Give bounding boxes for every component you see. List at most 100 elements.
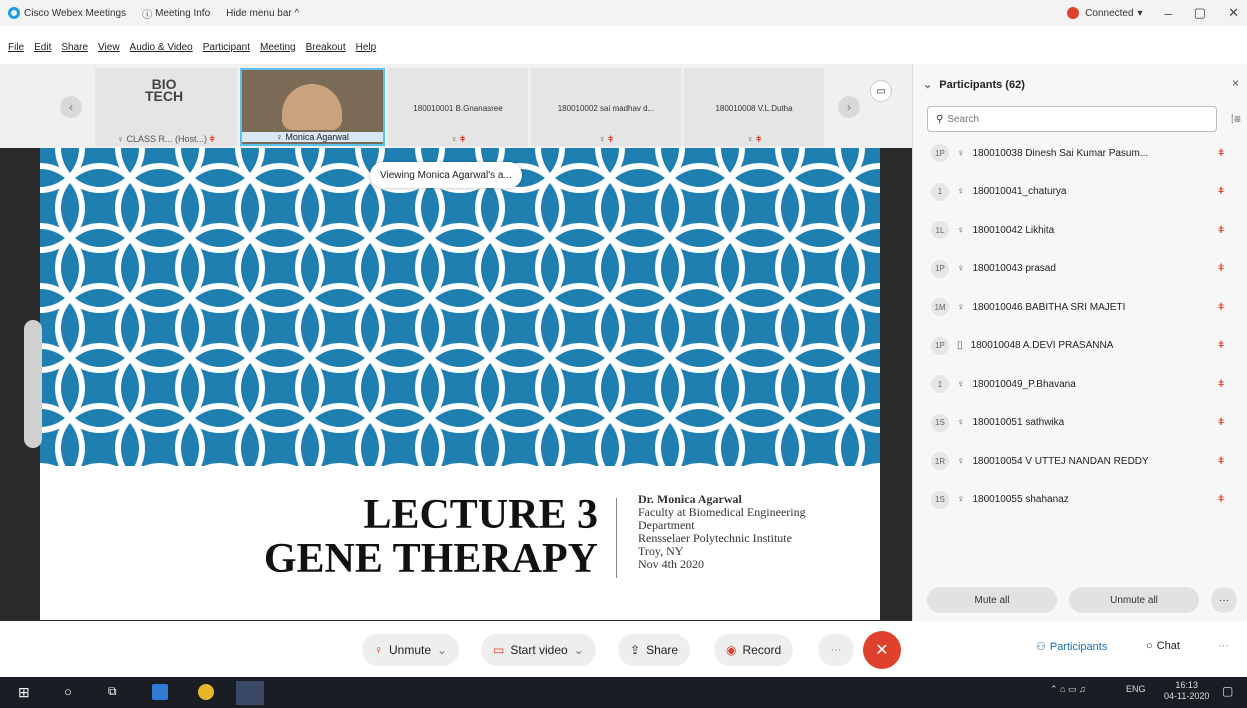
more-options-button[interactable]: ··· <box>1211 587 1237 613</box>
chat-icon: ○ <box>1146 640 1153 652</box>
menu-bar: File Edit Share View Audio & Video Parti… <box>0 42 376 60</box>
mic-muted-icon: ♀ <box>374 643 383 657</box>
chat-toggle[interactable]: ○ Chat <box>1146 640 1180 652</box>
muted-icon: ǂ <box>1218 455 1224 467</box>
chrome-icon[interactable] <box>198 684 214 700</box>
participants-icon: ⚇ <box>1036 641 1046 653</box>
menu-edit[interactable]: Edit <box>34 42 51 60</box>
participant-row[interactable]: 1 ♀ 180010049_P.Bhavana ǂ <box>913 365 1247 404</box>
search-input[interactable] <box>947 113 1188 125</box>
video-tile[interactable]: 180010002 sai madhav d... ♀ ǂ <box>531 68 681 146</box>
chevron-down-icon: ▾ <box>1137 7 1143 19</box>
audio-icon: ♀ <box>957 417 965 429</box>
participants-toggle[interactable]: ⚇ Participants <box>1036 640 1107 654</box>
minimize-button[interactable]: – <box>1165 6 1172 21</box>
more-button[interactable]: ··· <box>818 634 854 666</box>
muted-icon: ǂ <box>1218 263 1224 275</box>
mic-icon: ♀ <box>746 134 754 144</box>
ellipsis-icon: ··· <box>1218 640 1229 652</box>
menu-meeting[interactable]: Meeting <box>260 42 296 60</box>
language-indicator[interactable]: ENG <box>1126 684 1146 694</box>
connection-status[interactable]: Connected ▾ <box>1067 7 1143 19</box>
participant-row[interactable]: 1P ▯ 180010048 A.DEVI PRASANNA ǂ <box>913 327 1247 366</box>
unmute-button[interactable]: ♀ Unmute ⌄ <box>362 634 460 666</box>
filmstrip-next-button[interactable]: › <box>838 96 860 118</box>
app-title: Cisco Webex Meetings <box>8 7 126 19</box>
participant-row[interactable]: 1P ♀ 180010038 Dinesh Sai Kumar Pasum...… <box>913 134 1247 173</box>
search-icon: ⚲ <box>936 113 944 125</box>
participant-row[interactable]: 1S ♀ 180010055 shahanaz ǂ <box>913 481 1247 520</box>
start-video-button[interactable]: ▭ Start video ⌄ <box>481 634 596 666</box>
participant-row[interactable]: 1 ♀ 180010041_chaturya ǂ <box>913 173 1247 212</box>
leave-meeting-button[interactable]: ✕ <box>863 631 901 669</box>
restore-button[interactable]: ▢ <box>1194 5 1206 21</box>
more-panels-button[interactable]: ··· <box>1218 640 1229 652</box>
clock[interactable]: 16:13 04-11-2020 <box>1164 680 1209 702</box>
muted-icon: ǂ <box>209 134 215 144</box>
participant-row[interactable]: 1S ♀ 180010051 sathwika ǂ <box>913 404 1247 443</box>
tray-icons[interactable]: ⌃ ⌂ ▭ ♫ <box>1050 684 1086 695</box>
mic-icon: ♀ <box>117 134 124 144</box>
annotation-dock[interactable] <box>24 320 42 448</box>
video-tile-active-speaker[interactable]: ♀ Monica Agarwal <box>240 68 385 146</box>
layout-icon: ▭ <box>876 85 886 97</box>
search-icon[interactable]: ○ <box>64 684 80 700</box>
participant-row[interactable]: 1P ♀ 180010043 prasad ǂ <box>913 250 1247 289</box>
video-tile[interactable]: 180010001 B.Gnanasree ♀ ǂ <box>388 68 528 146</box>
participant-row[interactable]: 1R ♀ 180010054 V UTTEJ NANDAN REDDY ǂ <box>913 442 1247 481</box>
close-button[interactable]: ✕ <box>1228 5 1239 21</box>
ellipsis-icon: ··· <box>1219 594 1229 606</box>
video-off-icon: ▭ <box>493 643 505 657</box>
menu-help[interactable]: Help <box>356 42 377 60</box>
participant-row[interactable]: 1L ♀ 180010042 Likhita ǂ <box>913 211 1247 250</box>
chevron-right-icon: › <box>847 100 851 114</box>
filmstrip-prev-button[interactable]: ‹ <box>60 96 82 118</box>
video-tile[interactable]: 180010008 V.L.Dutha ♀ ǂ <box>684 68 824 146</box>
webex-logo-icon <box>8 7 20 19</box>
audio-icon: ♀ <box>957 147 965 159</box>
notifications-icon[interactable]: ▢ <box>1222 684 1233 698</box>
audio-icon: ♀ <box>957 224 965 236</box>
slide-pattern <box>40 148 880 466</box>
layout-button[interactable]: ▭ <box>870 80 892 102</box>
ellipsis-icon: ··· <box>830 644 842 656</box>
mute-all-button[interactable]: Mute all <box>927 587 1057 613</box>
title-bar: Cisco Webex Meetings ⓘ Meeting Info Hide… <box>0 0 1247 26</box>
participant-list: 1P ♀ 180010038 Dinesh Sai Kumar Pasum...… <box>913 134 1247 576</box>
audio-icon: ♀ <box>957 301 965 313</box>
meeting-info-button[interactable]: ⓘ Meeting Info <box>142 6 210 21</box>
webex-taskbar-icon[interactable] <box>236 681 264 705</box>
record-button[interactable]: ◉ Record <box>714 634 794 666</box>
video-tile-host[interactable]: BIO TECH ♀ CLASS R... (Host...) ǂ <box>95 68 237 146</box>
menu-participant[interactable]: Participant <box>203 42 250 60</box>
menu-breakout[interactable]: Breakout <box>306 42 346 60</box>
share-button[interactable]: ⇪ Share <box>618 634 691 666</box>
menu-audio-video[interactable]: Audio & Video <box>130 42 193 60</box>
muted-icon: ǂ <box>1218 340 1224 352</box>
panel-footer: Mute all Unmute all ··· <box>913 580 1247 620</box>
viewing-indicator[interactable]: Viewing Monica Agarwal's a... <box>370 162 522 188</box>
muted-icon: ǂ <box>1218 186 1224 198</box>
close-panel-button[interactable]: × <box>1232 76 1239 90</box>
slide-title: LECTURE 3 GENE THERAPY <box>263 492 598 582</box>
muted-icon: ǂ <box>1218 301 1224 313</box>
connection-icon <box>1067 7 1080 19</box>
windows-start-icon[interactable]: ⊞ <box>18 684 34 700</box>
audio-icon: ♀ <box>957 263 965 275</box>
hide-menu-bar-button[interactable]: Hide menu bar ^ <box>226 8 299 19</box>
participant-row[interactable]: 1M ♀ 180010046 BABITHA SRI MAJETI ǂ <box>913 288 1247 327</box>
info-icon: ⓘ <box>142 9 153 21</box>
menu-file[interactable]: File <box>8 42 24 60</box>
slide-divider <box>616 498 617 578</box>
mic-icon: ♀ <box>598 134 606 144</box>
app-icon[interactable] <box>152 684 168 700</box>
participant-search[interactable]: ⚲ <box>927 106 1217 132</box>
participants-header[interactable]: ⌄ Participants (62) <box>923 78 1025 91</box>
unmute-all-button[interactable]: Unmute all <box>1069 587 1199 613</box>
sort-icon[interactable]: ⁞≡ <box>1231 112 1241 126</box>
menu-share[interactable]: Share <box>61 42 88 60</box>
chevron-down-icon: ⌄ <box>437 643 448 657</box>
task-view-icon[interactable]: ⧉ <box>108 684 124 700</box>
audio-icon: ♀ <box>957 455 965 467</box>
menu-view[interactable]: View <box>98 42 120 60</box>
